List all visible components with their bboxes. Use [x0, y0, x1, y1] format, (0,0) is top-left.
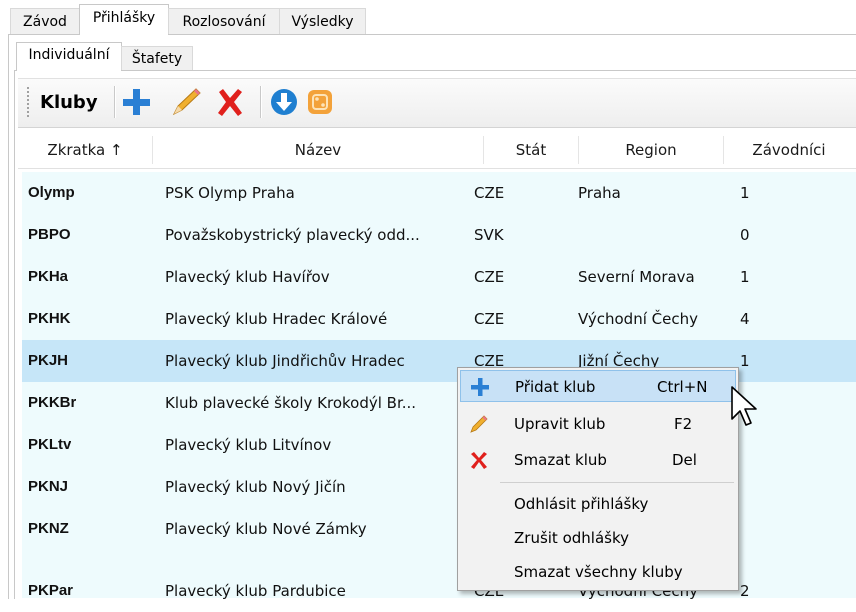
cell-name: Považskobystrický plavecký odd...: [165, 226, 420, 244]
cell-count: 1: [740, 184, 750, 202]
pattern-button[interactable]: [304, 86, 336, 118]
cell-name: Plavecký klub Havířov: [165, 268, 330, 286]
delete-icon: [471, 452, 487, 469]
add-club-button[interactable]: [120, 86, 152, 118]
menu-separator: [500, 482, 734, 483]
table-row[interactable]: PKHa Plavecký klub Havířov CZE Severní M…: [22, 256, 856, 299]
pattern-icon: [308, 90, 332, 114]
table-row[interactable]: Olymp PSK Olymp Praha CZE Praha 1: [22, 172, 856, 215]
cell-count: 2: [740, 582, 750, 600]
cell-count: 4: [740, 310, 750, 328]
cell-name: Plavecký klub Pardubice: [165, 582, 346, 600]
menu-item-smazat-vsechny-kluby[interactable]: Smazat všechny kluby: [460, 556, 736, 588]
table-row[interactable]: PKHK Plavecký klub Hradec Králové CZE Vý…: [22, 298, 856, 341]
grid-header: Zkratka ↑ Název Stát Region Závodníci: [18, 132, 856, 169]
cell-count: 0: [740, 226, 750, 244]
cell-state: SVK: [474, 226, 504, 244]
tab-individualni[interactable]: Individuální: [16, 42, 122, 71]
delete-icon: [218, 89, 242, 116]
menu-item-label: Upravit klub: [514, 415, 606, 433]
tab-vysledky[interactable]: Výsledky: [279, 8, 366, 34]
delete-club-button[interactable]: [214, 86, 246, 118]
cell-state: CZE: [474, 310, 505, 328]
cell-code: PKKBr: [28, 394, 77, 411]
menu-item-label: Smazat klub: [514, 451, 607, 469]
add-icon: [471, 378, 489, 396]
cell-region: Severní Morava: [578, 268, 695, 286]
toolbar-grip[interactable]: [26, 86, 30, 118]
edit-icon: [172, 88, 201, 116]
menu-item-label: Přidat klub: [515, 378, 596, 396]
menu-item-odhlasit-prihlasky[interactable]: Odhlásit přihlášky: [460, 488, 736, 520]
mouse-cursor-icon: [731, 386, 757, 426]
cell-state: CZE: [474, 184, 505, 202]
tab-zavod[interactable]: Závod: [10, 8, 80, 34]
cell-name: Plavecký klub Nové Zámky: [165, 520, 367, 538]
cell-name: Plavecký klub Nový Jičín: [165, 478, 346, 496]
cell-count: 1: [740, 352, 750, 370]
cell-name: Plavecký klub Hradec Králové: [165, 310, 388, 328]
cell-code: PKNZ: [28, 520, 69, 537]
column-header-nazev[interactable]: Název: [153, 132, 483, 168]
cell-name: Plavecký klub Litvínov: [165, 436, 332, 454]
menu-item-zrusit-odhlasky[interactable]: Zrušit odhlášky: [460, 522, 736, 554]
cell-code: Olymp: [28, 184, 75, 201]
tab-rozlosovani[interactable]: Rozlosování: [168, 8, 280, 34]
menu-item-shortcut: F2: [674, 415, 693, 433]
column-header-zkratka[interactable]: Zkratka ↑: [18, 132, 152, 168]
cell-count: 1: [740, 268, 750, 286]
menu-item-pridat-klub[interactable]: Přidat klub Ctrl+N: [460, 370, 736, 402]
menu-item-label: Zrušit odhlášky: [514, 529, 629, 547]
cell-name: Plavecký klub Jindřichův Hradec: [165, 352, 405, 370]
table-row[interactable]: PBPO Považskobystrický plavecký odd... S…: [22, 214, 856, 257]
menu-item-label: Smazat všechny kluby: [514, 563, 683, 581]
cell-region: Východní Čechy: [578, 310, 698, 328]
cell-code: PKHK: [28, 310, 71, 327]
toolbar-title: Kluby: [40, 92, 98, 113]
cell-name: Klub plavecké školy Krokodýl Br...: [165, 394, 417, 412]
toolbar-separator-2: [260, 86, 262, 118]
add-icon: [123, 89, 150, 115]
cell-code: PBPO: [28, 226, 71, 243]
menu-item-smazat-klub[interactable]: Smazat klub Del: [460, 444, 736, 476]
cell-region: Praha: [578, 184, 621, 202]
cell-code: PKNJ: [28, 478, 69, 495]
toolbar-separator: [114, 86, 116, 118]
context-menu: Přidat klub Ctrl+N Upravit klub F2 Smaza…: [457, 367, 739, 591]
column-header-stat[interactable]: Stát: [484, 132, 578, 168]
column-header-region[interactable]: Region: [579, 132, 723, 168]
cell-code: PKPar: [28, 582, 74, 599]
cell-region: [578, 214, 728, 256]
edit-club-button[interactable]: [170, 86, 202, 118]
menu-item-label: Odhlásit přihlášky: [514, 495, 649, 513]
tab-stafety[interactable]: Štafety: [121, 46, 193, 70]
edit-icon: [470, 415, 488, 433]
menu-item-shortcut: Ctrl+N: [657, 378, 708, 396]
download-button[interactable]: [268, 86, 300, 118]
cell-state: CZE: [474, 268, 505, 286]
tab-prihlasky[interactable]: Přihlášky: [79, 4, 169, 35]
menu-item-shortcut: Del: [672, 451, 697, 469]
column-header-zavodnici[interactable]: Závodníci: [724, 132, 854, 168]
cell-code: PKLtv: [28, 436, 72, 453]
cell-code: PKHa: [28, 268, 69, 285]
download-icon: [271, 89, 297, 115]
menu-item-upravit-klub[interactable]: Upravit klub F2: [460, 408, 736, 440]
cell-code: PKJH: [28, 352, 69, 369]
cell-name: PSK Olymp Praha: [165, 184, 295, 202]
